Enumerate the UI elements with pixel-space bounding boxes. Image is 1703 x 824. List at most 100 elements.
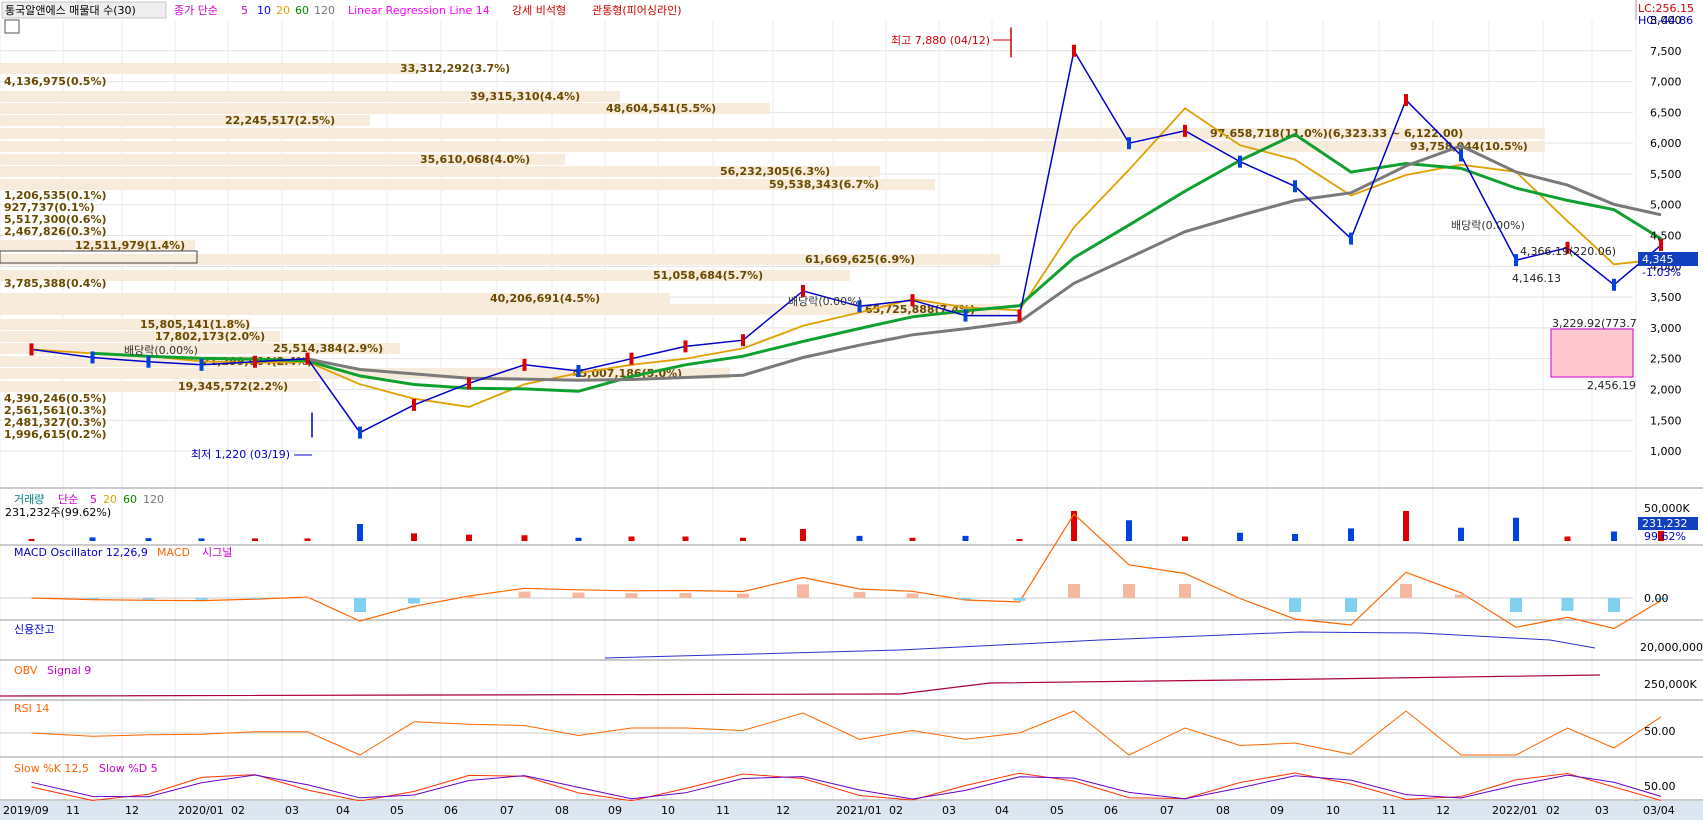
x-tick-label: 11 [716, 804, 730, 817]
y-tick-label: 4,500 [1650, 230, 1682, 243]
stoch-title[interactable]: Slow %K 12,5 [14, 762, 89, 775]
y-tick-label: 6,500 [1650, 106, 1682, 119]
macd-hist-bar [907, 594, 919, 599]
x-tick-label: 03 [942, 804, 956, 817]
low-annotation: 최저 1,220 (03/19) [191, 448, 290, 461]
macd-axis-label: 0.00 [1644, 592, 1669, 605]
x-tick-label: 11 [66, 804, 80, 817]
obv-title[interactable]: OBV [14, 664, 38, 677]
x-tick-label: 02 [889, 804, 903, 817]
y-tick-label: 5,000 [1650, 199, 1682, 212]
legend-title[interactable]: 통국알앤에스 매물대 수(30) [5, 3, 136, 17]
volume-title[interactable]: 거래량 [14, 493, 44, 506]
legend-strong[interactable]: 강세 비석형 [512, 4, 566, 17]
obv-axis-label: 250,000K [1644, 678, 1697, 691]
candle [467, 377, 471, 389]
legend-lr[interactable]: Linear Regression Line 14 [348, 4, 490, 17]
x-tick-label: 10 [1326, 804, 1340, 817]
candle [523, 359, 527, 371]
volume-profile-label: 61,669,625(6.9%) [805, 253, 915, 266]
macd-hist-bar [1123, 584, 1135, 598]
macd-hist-bar [408, 598, 420, 604]
macd-title[interactable]: MACD Oscillator 12,26,9 [14, 546, 148, 559]
volume-profile-label: 97,658,718(11.0%)(6,323.33 ~ 6,122.00) [1210, 127, 1463, 140]
box-bottom-label: 2,456.19 [1587, 379, 1636, 392]
macd-hist-bar [1014, 598, 1026, 601]
legend-price[interactable]: 종가 단순 [174, 4, 218, 17]
hc-label: HC:-44.86 [1638, 14, 1693, 27]
volume-bar [357, 524, 363, 541]
candle [412, 399, 416, 411]
x-tick-label: 2020/01 [178, 804, 224, 817]
volume-profile-label: 48,604,541(5.5%) [606, 102, 716, 115]
volume-bar [800, 529, 806, 541]
candle [1459, 149, 1463, 161]
credit-title[interactable]: 신용잔고 [14, 623, 54, 636]
dividend-label-1: 배당락(0.00%) [124, 344, 198, 357]
candle [306, 353, 310, 365]
y-tick-label: 3,500 [1650, 291, 1682, 304]
rsi-title[interactable]: RSI 14 [14, 702, 49, 715]
macd-hist-bar [302, 597, 314, 598]
macd-hist-bar [573, 593, 585, 599]
current-price-change: -1.03% [1642, 266, 1681, 279]
stoch-axis-label: 50.00 [1644, 780, 1676, 793]
x-axis: 2019/0911122020/010203040506070809101112… [0, 801, 1703, 820]
macd-hist-bar [143, 598, 155, 600]
macd-hist-bar [680, 593, 692, 598]
y-tick-label: 7,500 [1650, 45, 1682, 58]
stoch-d-label: Slow %D 5 [99, 762, 158, 775]
rsi-axis-label: 50.00 [1644, 725, 1676, 738]
candle [684, 340, 688, 352]
volume-profile-label: 3,785,388(0.4%) [4, 277, 107, 290]
y-tick-label: 3,000 [1650, 322, 1682, 335]
volume-bar [1126, 520, 1132, 541]
legend-ma20: 20 [276, 4, 290, 17]
chart-canvas[interactable]: 33,312,292(3.7%)4,136,975(0.5%)39,315,31… [0, 0, 1703, 820]
candle [1514, 254, 1518, 266]
candle [630, 353, 634, 365]
volume-bar [576, 538, 582, 541]
volume-bar [199, 538, 205, 541]
volume-profile-label: 12,511,979(1.4%) [75, 239, 185, 252]
candle [1127, 137, 1131, 149]
x-tick-label: 07 [500, 804, 514, 817]
macd-line-label: MACD [157, 546, 190, 559]
volume-ma60: 60 [123, 493, 137, 506]
x-tick-label: 06 [1104, 804, 1118, 817]
x-tick-label: 03/04 [1643, 804, 1675, 817]
volume-profile-bar [0, 63, 420, 74]
volume-profile-label: 33,312,292(3.7%) [400, 62, 510, 75]
candle [1349, 233, 1353, 245]
lr-low-label: 4,146.13 [1512, 272, 1561, 285]
candle [91, 351, 95, 363]
volume-bar [252, 538, 258, 541]
volume-bar [740, 538, 746, 541]
x-tick-label: 05 [1050, 804, 1064, 817]
volume-bar [90, 537, 96, 541]
obv-signal-label: Signal 9 [47, 664, 91, 677]
volume-bar [1513, 518, 1519, 541]
x-tick-label: 09 [608, 804, 622, 817]
candle [911, 294, 915, 306]
volume-bar [683, 537, 689, 542]
volume-bar [1292, 534, 1298, 541]
grid-toggle-icon[interactable] [5, 20, 19, 33]
volume-bar [963, 536, 969, 541]
legend-pierce[interactable]: 관통형(피어싱라인) [592, 4, 682, 17]
macd-hist-bar [1562, 598, 1574, 611]
stock-chart[interactable]: 33,312,292(3.7%)4,136,975(0.5%)39,315,31… [0, 0, 1703, 820]
x-tick-label: 08 [1216, 804, 1230, 817]
volume-profile-label: 40,206,691(4.5%) [490, 292, 600, 305]
x-tick-label: 03 [285, 804, 299, 817]
volume-bar [910, 538, 916, 541]
macd-hist-bar [1068, 584, 1080, 598]
x-tick-label: 2022/01 [1492, 804, 1538, 817]
macd-hist-bar [87, 598, 99, 599]
x-tick-label: 2021/01 [836, 804, 882, 817]
candle [1293, 180, 1297, 192]
macd-hist-bar [737, 594, 749, 598]
x-tick-label: 12 [125, 804, 139, 817]
macd-hist-bar [1608, 598, 1620, 612]
volume-profile-label: 51,058,684(5.7%) [653, 269, 763, 282]
